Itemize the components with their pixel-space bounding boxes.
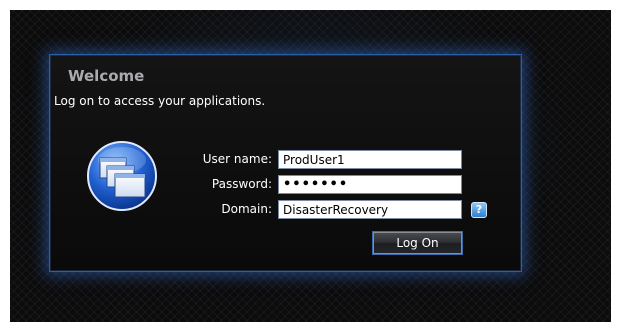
logon-screen: Welcome Log on to access your applicatio… <box>10 10 611 322</box>
dialog-title: Welcome <box>68 67 145 85</box>
dialog-subtitle: Log on to access your applications. <box>54 94 266 108</box>
logon-button[interactable]: Log On <box>372 231 463 255</box>
domain-label: Domain: <box>221 202 272 216</box>
help-icon[interactable]: ? <box>471 202 487 218</box>
logon-dialog: Welcome Log on to access your applicatio… <box>49 54 522 272</box>
domain-field[interactable] <box>278 200 462 219</box>
password-label: Password: <box>211 177 272 191</box>
username-field[interactable] <box>278 150 462 169</box>
username-label: User name: <box>202 152 272 166</box>
password-field[interactable] <box>278 175 462 194</box>
